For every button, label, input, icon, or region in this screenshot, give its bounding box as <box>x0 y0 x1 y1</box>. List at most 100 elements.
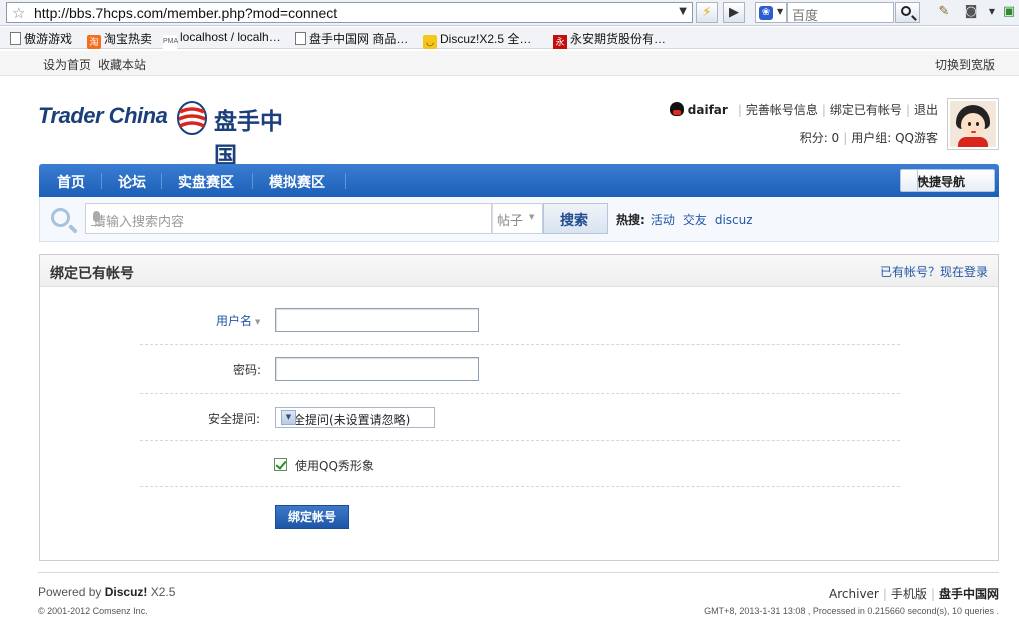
powered-by: Powered by Discuz! X2.5 <box>38 585 176 599</box>
bind-account-link[interactable]: 绑定已有帐号 <box>830 103 902 117</box>
page-icon <box>295 32 306 45</box>
yongan-icon: 永 <box>553 35 567 49</box>
login-link[interactable]: 已有帐号？现在登录 <box>880 263 988 280</box>
nav-item-sim-contest[interactable]: 模拟赛区 <box>269 172 325 192</box>
nav-item-live-contest[interactable]: 实盘赛区 <box>178 172 234 192</box>
phpmyadmin-icon: PMA <box>163 35 178 49</box>
avatar-image <box>950 101 996 147</box>
bookmark-site-link[interactable]: 收藏本站 <box>98 56 146 73</box>
play-icon[interactable]: ▶ <box>723 2 745 23</box>
bookmark-item[interactable]: 淘淘宝热卖 <box>87 30 152 49</box>
search-type-value: 帖子 <box>497 214 524 229</box>
browser-search-placeholder: 百度 <box>792 9 819 24</box>
chevron-down-icon: ▼ <box>917 170 929 191</box>
archiver-link[interactable]: Archiver <box>829 587 879 601</box>
qq-avatar-label[interactable]: 使用QQ秀形象 <box>295 457 374 474</box>
bind-account-panel: 绑定已有帐号 已有帐号？现在登录 用户名 ▼ 密码: 安全提问: 安全提问(未设置… <box>39 254 999 561</box>
password-label: 密码: <box>233 363 262 377</box>
search-engine-selector[interactable]: ❀ ▼ <box>755 2 787 23</box>
username-field[interactable] <box>275 308 479 332</box>
logo-text-en: Trader China <box>38 103 168 128</box>
chevron-down-icon: ▼ <box>281 410 296 425</box>
site-logo[interactable]: Trader China 盘手中国 <box>38 98 298 169</box>
search-icon <box>901 6 911 16</box>
chevron-down-icon[interactable]: ▼ <box>679 6 687 17</box>
extension-icon[interactable]: ▣ <box>1001 4 1017 20</box>
bookmark-item[interactable]: 永永安期货股份有… <box>553 30 666 49</box>
security-question-select[interactable]: 安全提问(未设置请忽略) ▼ <box>275 407 435 428</box>
hot-search-link[interactable]: discuz <box>715 213 753 227</box>
bookmark-item[interactable]: 盘手中国网 商品… <box>295 30 408 47</box>
user-group-label[interactable]: 用户组: QQ游客 <box>851 131 938 145</box>
divider <box>140 486 900 487</box>
browser-search-input[interactable]: 百度 <box>787 2 894 24</box>
username-label[interactable]: 用户名 ▼ <box>216 312 260 329</box>
browser-toolbar: ☆ http://bbs.7hcps.com/member.php?mod=co… <box>0 0 1019 26</box>
hot-label: 热搜: <box>616 213 645 227</box>
baidu-paw-icon: ❀ <box>759 6 773 20</box>
logo-text-cn: 盘手中国 <box>214 108 283 169</box>
divider <box>140 393 900 394</box>
chevron-down-icon: ▼ <box>255 318 261 326</box>
discuz-icon: ◡ <box>423 35 437 49</box>
set-homepage-link[interactable]: 设为首页 <box>43 56 91 73</box>
site-topbar: 设为首页 收藏本站 切换到宽版 <box>0 51 1019 76</box>
search-type-select[interactable]: 帖子 ▼ <box>492 203 543 234</box>
qq-avatar-checkbox[interactable] <box>274 458 287 471</box>
footer-divider <box>38 572 999 573</box>
switch-wide-link[interactable]: 切换到宽版 <box>935 56 995 73</box>
main-nav: 首页 论坛 实盘赛区 模拟赛区 <box>39 164 999 197</box>
bookmark-item[interactable]: PMA localhost / localh… <box>163 30 281 49</box>
footer-links: Archiver | 手机版 | 盘手中国网 <box>829 587 999 601</box>
search-button[interactable]: 搜索 <box>543 203 608 234</box>
username[interactable]: daifar <box>688 103 728 117</box>
complete-account-link[interactable]: 完善帐号信息 <box>746 103 818 117</box>
points-label[interactable]: 积分: 0 <box>800 131 840 145</box>
copyright: © 2001-2012 Comsenz Inc. <box>38 606 148 616</box>
processing-info: GMT+8, 2013-1-31 13:08 , Processed in 0.… <box>704 606 999 616</box>
logo-mark-icon <box>177 101 207 135</box>
user-info: daifar | 完善帐号信息 | 绑定已有帐号 | 退出 <box>669 101 938 118</box>
camera-icon[interactable]: ◙ <box>963 4 979 20</box>
avatar[interactable] <box>947 98 999 150</box>
address-bar[interactable]: ☆ http://bbs.7hcps.com/member.php?mod=co… <box>6 2 693 23</box>
mobile-link[interactable]: 手机版 <box>891 587 927 601</box>
bind-account-button[interactable]: 绑定帐号 <box>275 505 349 529</box>
lightning-icon[interactable]: ⚡ <box>696 2 718 23</box>
bookmark-item[interactable]: ◡ Discuz!X2.5 全… <box>423 30 531 49</box>
security-question-label: 安全提问: <box>208 412 261 426</box>
panel-header: 绑定已有帐号 已有帐号？现在登录 <box>40 255 998 287</box>
hot-search-link[interactable]: 活动 <box>651 213 675 227</box>
nav-item-home[interactable]: 首页 <box>57 172 85 192</box>
search-placeholder: 请输入搜索内容 <box>93 215 185 230</box>
search-button-label: 搜索 <box>560 213 588 229</box>
password-field[interactable] <box>275 357 479 381</box>
chevron-down-icon[interactable]: ▼ <box>984 4 1000 20</box>
user-stats: 积分: 0 | 用户组: QQ游客 <box>799 131 938 145</box>
logout-link[interactable]: 退出 <box>914 103 938 117</box>
url-text[interactable]: http://bbs.7hcps.com/member.php?mod=conn… <box>34 5 337 21</box>
chevron-down-icon: ▼ <box>777 7 784 16</box>
security-question-value: 安全提问(未设置请忽略) <box>281 413 411 427</box>
site-search-bar: 请输入搜索内容 帖子 ▼ 搜索 热搜: 活动 交友 discuz <box>39 197 999 242</box>
site-link[interactable]: 盘手中国网 <box>939 587 999 601</box>
hot-search-link[interactable]: 交友 <box>683 213 707 227</box>
quick-nav-button[interactable]: 快捷导航 ▼ <box>900 169 995 192</box>
microphone-icon[interactable] <box>91 211 102 226</box>
pencil-icon[interactable]: ✎ <box>936 4 952 20</box>
page-icon <box>10 32 21 45</box>
bookmarks-bar: 傲游游戏 淘淘宝热卖 PMA localhost / localh… 盘手中国网 … <box>0 27 1019 49</box>
discuz-link[interactable]: Discuz! <box>105 585 148 599</box>
qq-penguin-icon <box>669 102 684 116</box>
panel-title: 绑定已有帐号 <box>50 266 134 282</box>
search-icon <box>51 208 70 227</box>
star-icon[interactable]: ☆ <box>12 4 25 22</box>
search-input[interactable]: 请输入搜索内容 <box>85 203 492 234</box>
bookmark-item[interactable]: 傲游游戏 <box>10 30 72 47</box>
taobao-icon: 淘 <box>87 35 101 49</box>
hot-searches: 热搜: 活动 交友 discuz <box>616 211 761 228</box>
divider <box>140 440 900 441</box>
browser-search-button[interactable] <box>895 2 920 23</box>
nav-item-forum[interactable]: 论坛 <box>118 172 146 192</box>
divider <box>140 344 900 345</box>
